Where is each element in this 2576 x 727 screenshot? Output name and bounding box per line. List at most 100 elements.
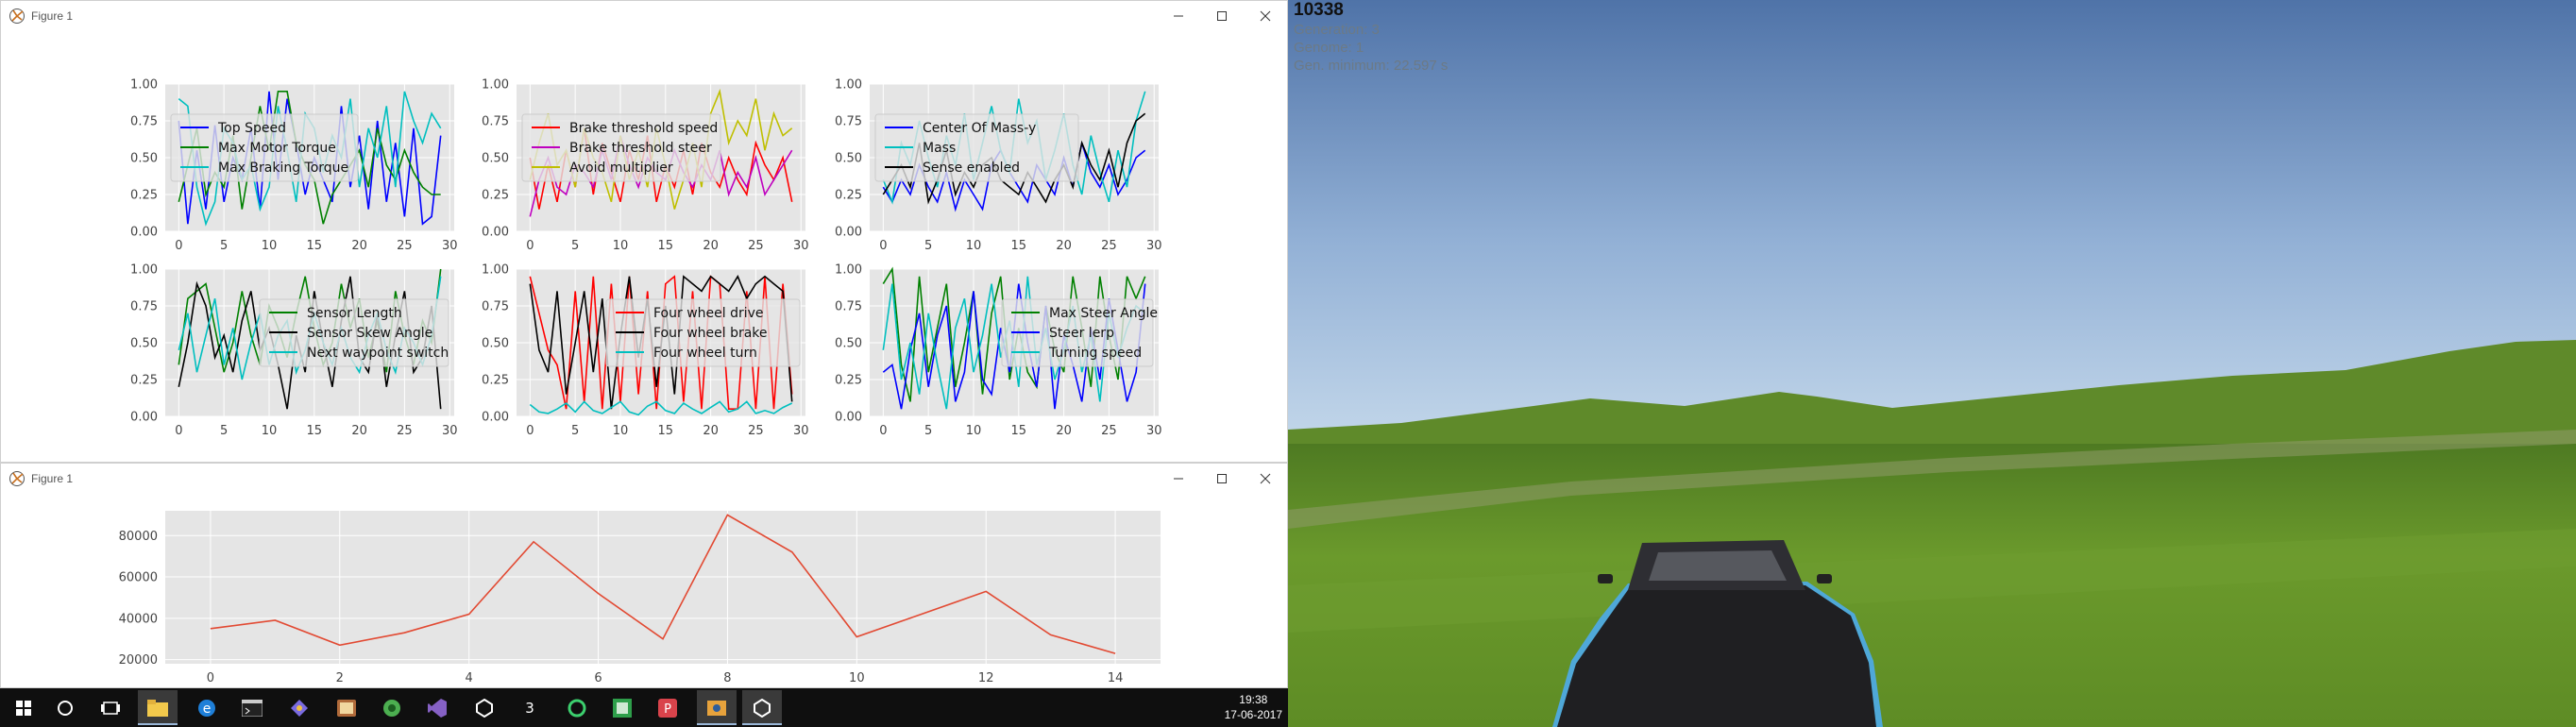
legend-label: Turning speed	[1048, 346, 1142, 361]
x-tick-label: 30	[793, 424, 809, 438]
x-tick-label: 6	[594, 671, 602, 685]
y-tick-label: 0.00	[130, 226, 158, 240]
legend-label: Max Motor Torque	[218, 141, 336, 156]
x-tick-label: 15	[307, 239, 323, 253]
legend-label: Brake threshold speed	[569, 121, 718, 136]
figure-window-2: Figure 1 20000 40000 60000 80000 0 2 4 6 8 10 12 14	[0, 463, 1288, 688]
figure-1-titlebar[interactable]: Figure 1	[1, 1, 1287, 31]
python-figure-icon[interactable]	[697, 690, 737, 725]
x-tick-label: 20	[351, 239, 367, 253]
x-tick-label: 30	[1146, 424, 1162, 438]
maximize-button[interactable]	[1200, 464, 1244, 494]
subplot: 0.00 0.25 0.50 0.75 1.00 0 5 10 15 20 25 30 Max Stee…	[835, 263, 1161, 438]
x-tick-label: 30	[793, 239, 809, 253]
subplot: 0.00 0.25 0.50 0.75 1.00 0 5 10 15 20 25 30 Center O…	[835, 78, 1161, 253]
unity-icon[interactable]	[465, 690, 504, 725]
x-tick-label: 30	[442, 424, 458, 438]
y-tick-label: 0.00	[482, 411, 509, 425]
plot-area	[165, 511, 1161, 664]
game-viewport[interactable]: 10338 Generation: 3 Genome: 1 Gen. minim…	[1288, 0, 2576, 727]
file-explorer-icon[interactable]	[138, 690, 178, 725]
visual-studio-icon[interactable]	[417, 690, 457, 725]
x-tick-label: 25	[1101, 424, 1117, 438]
x-tick-label: 10	[966, 239, 982, 253]
x-tick-label: 0	[175, 424, 182, 438]
y-tick-label: 1.00	[482, 263, 509, 278]
x-tick-label: 25	[397, 239, 413, 253]
code-editor-icon[interactable]: 3	[510, 690, 550, 725]
x-tick-label: 10	[262, 424, 278, 438]
x-tick-label: 10	[613, 239, 629, 253]
y-tick-label: 0.25	[130, 374, 158, 388]
windows-start-icon[interactable]	[4, 690, 43, 725]
legend-label: Max Braking Torque	[218, 161, 348, 176]
maximize-icon	[1217, 11, 1227, 21]
y-tick-label: 0.25	[130, 189, 158, 203]
y-tick-label: 1.00	[130, 263, 158, 278]
figure-2-title: Figure 1	[31, 472, 74, 485]
x-tick-label: 4	[466, 671, 473, 685]
y-tick-label: 0.25	[835, 189, 862, 203]
task-view-icon[interactable]	[91, 690, 130, 725]
legend-label: Center Of Mass-y	[923, 121, 1036, 136]
x-tick-label: 25	[748, 424, 764, 438]
legend-label: Mass	[923, 141, 956, 156]
figure-1-title: Figure 1	[31, 9, 74, 23]
edge-icon[interactable]: e	[187, 690, 227, 725]
spreadsheet-icon[interactable]	[602, 690, 642, 725]
x-tick-label: 25	[748, 239, 764, 253]
minimize-icon	[1174, 15, 1183, 17]
y-tick-label: 0.75	[835, 300, 862, 314]
legend-label: Avoid multiplier	[569, 161, 673, 176]
minimize-button[interactable]	[1157, 464, 1200, 494]
y-tick-label: 0.75	[130, 300, 158, 314]
y-tick-label: 0.00	[835, 411, 862, 425]
minimize-button[interactable]	[1157, 1, 1200, 31]
legend-label: Brake threshold steer	[569, 141, 712, 156]
x-tick-label: 10	[613, 424, 629, 438]
terminal-icon[interactable]	[232, 690, 272, 725]
system-clock[interactable]: 19:38 17-06-2017	[1225, 692, 1282, 722]
refresh-app-icon[interactable]	[557, 690, 597, 725]
windows-taskbar: 19:38 17-06-2017 e 3 P	[0, 688, 1288, 727]
record-icon[interactable]	[372, 690, 412, 725]
subplot: 0.00 0.25 0.50 0.75 1.00 0 5 10 15 20 25 30 Four whe…	[482, 263, 808, 438]
y-tick-label: 0.50	[482, 152, 509, 166]
svg-text:e: e	[203, 702, 212, 717]
legend: Center Of Mass-y Mass Sense enabled	[874, 113, 1079, 182]
x-tick-label: 0	[175, 239, 182, 253]
x-tick-label: 15	[1011, 239, 1027, 253]
y-tick-label: 1.00	[835, 263, 862, 278]
x-tick-label: 5	[571, 424, 579, 438]
x-tick-label: 20	[1056, 239, 1072, 253]
generation-minimum-label: Gen. minimum: 22.597 s	[1294, 58, 1449, 74]
y-tick-label: 0.75	[482, 115, 509, 129]
figure-2-titlebar[interactable]: Figure 1	[1, 464, 1287, 494]
x-tick-label: 30	[442, 239, 458, 253]
x-tick-label: 0	[207, 671, 214, 685]
x-tick-label: 25	[1101, 239, 1117, 253]
x-tick-label: 10	[849, 671, 865, 685]
legend-label: Steer lerp	[1049, 326, 1114, 341]
svg-text:3: 3	[525, 700, 534, 717]
cortana-search-icon[interactable]	[45, 690, 85, 725]
x-tick-label: 15	[1011, 424, 1027, 438]
close-button[interactable]	[1244, 464, 1287, 494]
x-tick-label: 0	[879, 239, 887, 253]
presentation-icon[interactable]: P	[648, 690, 687, 725]
y-tick-label: 0.50	[130, 152, 158, 166]
unity-active-icon[interactable]	[742, 690, 782, 725]
game-tool-icon[interactable]	[280, 690, 319, 725]
close-button[interactable]	[1244, 1, 1287, 31]
y-tick-label: 0.00	[482, 226, 509, 240]
legend-label: Next waypoint switch	[307, 346, 449, 361]
subplot: 0.00 0.25 0.50 0.75 1.00 0 5 10 15 20 25 30 Top Spee…	[130, 78, 457, 253]
maximize-button[interactable]	[1200, 1, 1244, 31]
genome-label: Genome: 1	[1294, 40, 1364, 56]
game-scene	[1288, 0, 2576, 727]
y-tick-label: 0.50	[835, 337, 862, 351]
x-tick-label: 10	[262, 239, 278, 253]
media-icon[interactable]	[327, 690, 366, 725]
x-tick-label: 15	[307, 424, 323, 438]
x-tick-label: 14	[1108, 671, 1124, 685]
